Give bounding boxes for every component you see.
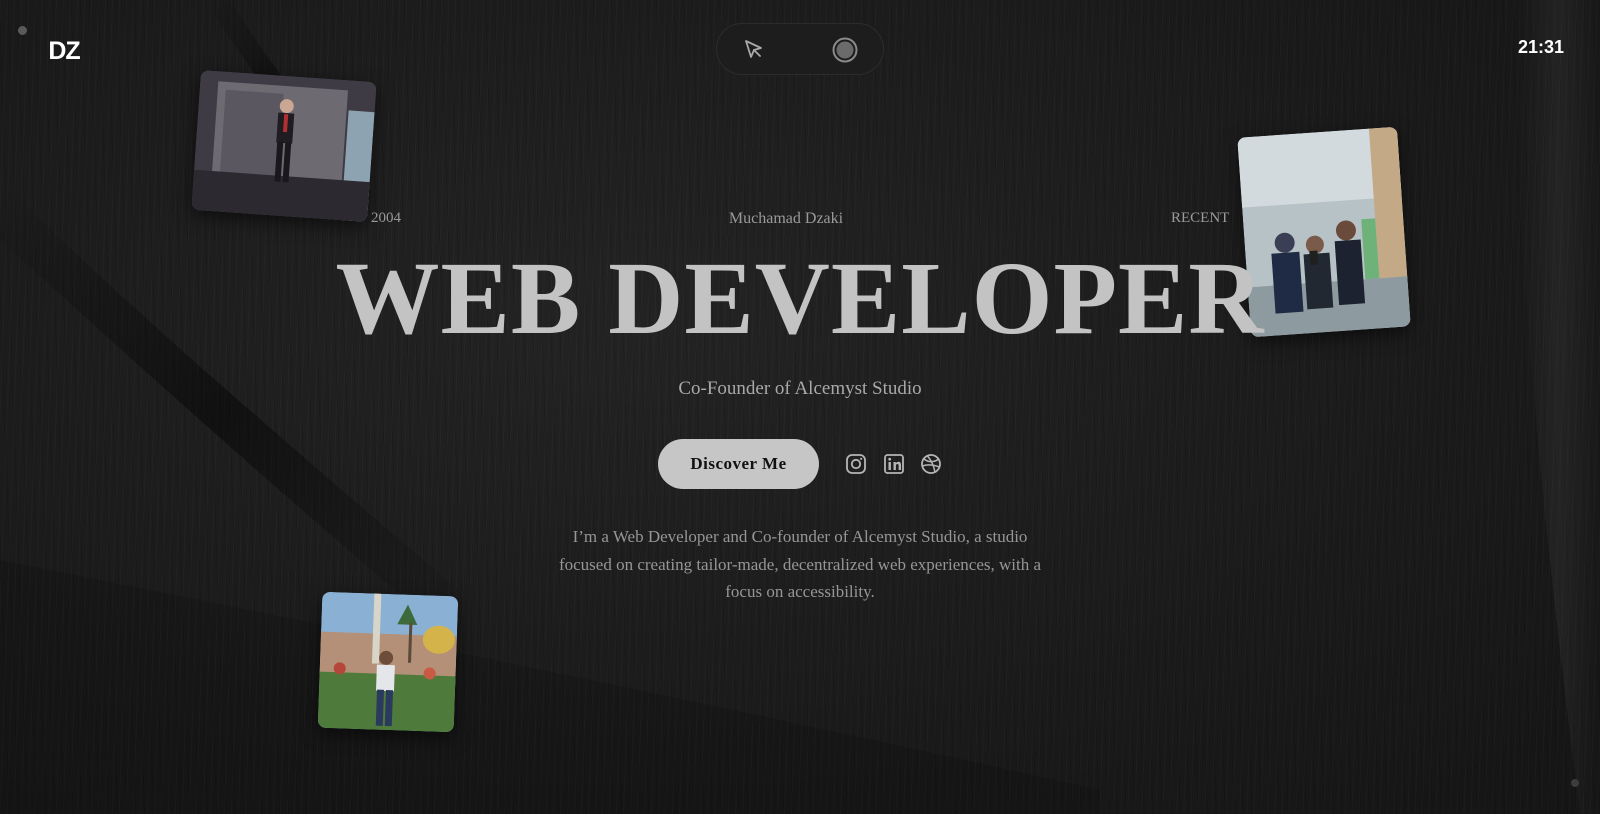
logo[interactable]: DZ <box>36 30 92 72</box>
page-title: WEB DEVELOPER <box>335 241 1265 356</box>
recent-label: RECENT <box>1171 210 1230 226</box>
instagram-icon[interactable] <box>843 451 869 477</box>
corner-dot-top-left <box>18 26 27 35</box>
hero-stage: DZ 21:31 2004 Muchamad Dzaki RECENT WEB … <box>0 0 1600 814</box>
arrow-cursor-icon[interactable] <box>739 36 769 64</box>
photo-portrait-formal <box>191 70 377 222</box>
dribbble-icon[interactable] <box>918 451 944 477</box>
cursor-toggle[interactable] <box>716 23 884 75</box>
photo-mosque-garden <box>317 591 459 733</box>
corner-dot-bottom-right <box>1571 779 1579 787</box>
bio-text: I’m a Web Developer and Co-founder of Al… <box>558 527 1042 601</box>
discover-me-button[interactable]: Discover Me <box>658 439 819 489</box>
clock: 21:31 <box>1517 37 1564 57</box>
linkedin-icon[interactable] <box>881 451 907 477</box>
author-name: Muchamad Dzaki <box>728 210 844 227</box>
circle-cursor-icon[interactable] <box>831 36 859 64</box>
subtitle: Co-Founder of Alcemyst Studio <box>678 378 922 399</box>
